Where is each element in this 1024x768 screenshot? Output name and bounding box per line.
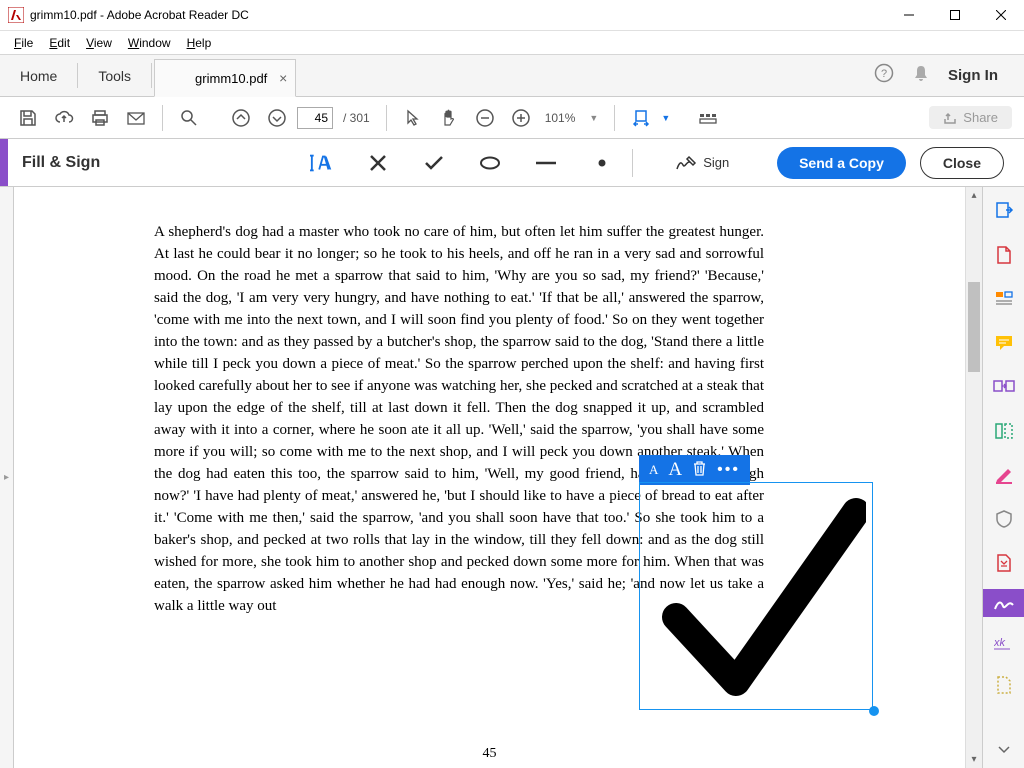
fit-dropdown-icon[interactable]: ▼	[661, 113, 670, 123]
delete-annotation-icon[interactable]	[692, 460, 707, 481]
zoom-dropdown-icon[interactable]: ▼	[583, 113, 604, 123]
fill-sign-title: Fill & Sign	[8, 154, 100, 172]
menubar: File Edit View Window Help	[0, 31, 1024, 55]
maximize-button[interactable]	[932, 0, 978, 30]
decrease-size-icon[interactable]: A	[649, 462, 658, 478]
resize-handle[interactable]	[869, 706, 879, 716]
page-number: 45	[483, 746, 497, 762]
more-tools-icon[interactable]: xk	[993, 633, 1015, 651]
page-number-input[interactable]	[297, 107, 333, 129]
separator	[614, 105, 615, 131]
separator	[162, 105, 163, 131]
export-pdf-icon[interactable]	[993, 201, 1015, 221]
workspace: ▸ A shepherd's dog had a master who took…	[0, 187, 1024, 768]
minimize-button[interactable]	[886, 0, 932, 30]
tab-row: Home Tools grimm10.pdf × ? Sign In	[0, 55, 1024, 97]
pointer-icon[interactable]	[397, 102, 429, 134]
cross-tool-icon[interactable]	[366, 151, 390, 175]
text-tool-icon[interactable]	[310, 151, 334, 175]
save-icon[interactable]	[12, 102, 44, 134]
separator	[151, 63, 152, 88]
tab-document[interactable]: grimm10.pdf ×	[154, 59, 296, 97]
cloud-upload-icon[interactable]	[48, 102, 80, 134]
checkmark-annotation[interactable]	[656, 497, 866, 697]
scroll-up-icon[interactable]: ▴	[966, 187, 982, 204]
window-controls	[886, 0, 1024, 30]
page-total-label: / 301	[337, 111, 376, 125]
close-window-button[interactable]	[978, 0, 1024, 30]
compress-icon[interactable]	[993, 553, 1015, 573]
app-icon	[8, 7, 24, 23]
combine-files-icon[interactable]	[993, 377, 1015, 397]
hand-icon[interactable]	[433, 102, 465, 134]
annotation-toolbar: A A •••	[639, 455, 750, 485]
signin-button[interactable]: Sign In	[948, 67, 998, 84]
document-area[interactable]: A shepherd's dog had a master who took n…	[14, 187, 965, 768]
create-pdf-icon[interactable]	[993, 245, 1015, 265]
protect-icon[interactable]	[993, 509, 1015, 529]
sign-label: Sign	[703, 155, 729, 170]
increase-size-icon[interactable]: A	[668, 459, 682, 481]
fit-width-icon[interactable]	[625, 102, 657, 134]
svg-text:?: ?	[881, 68, 887, 80]
signature-icon	[675, 153, 697, 173]
dot-tool-icon[interactable]	[590, 151, 614, 175]
main-toolbar: / 301 101% ▼ ▼ Share	[0, 97, 1024, 139]
read-mode-icon[interactable]	[692, 102, 724, 134]
sign-tool[interactable]: Sign	[675, 153, 729, 173]
fill-sign-panel-icon[interactable]	[983, 589, 1024, 617]
scroll-thumb[interactable]	[968, 282, 980, 372]
svg-text:xk: xk	[994, 637, 1006, 649]
redact-icon[interactable]	[993, 465, 1015, 485]
close-button[interactable]: Close	[920, 147, 1004, 179]
tab-document-label: grimm10.pdf	[195, 71, 267, 86]
convert-icon[interactable]	[993, 675, 1015, 695]
menu-file[interactable]: File	[6, 34, 41, 52]
share-label: Share	[963, 110, 998, 125]
organize-pages-icon[interactable]	[993, 421, 1015, 441]
share-icon	[943, 111, 957, 125]
accent-bar	[0, 139, 8, 186]
separator	[386, 105, 387, 131]
menu-help[interactable]: Help	[179, 34, 220, 52]
zoom-in-icon[interactable]	[505, 102, 537, 134]
next-page-icon[interactable]	[261, 102, 293, 134]
menu-view[interactable]: View	[78, 34, 120, 52]
panel-chevron-icon[interactable]	[993, 743, 1015, 758]
share-button[interactable]: Share	[929, 106, 1012, 129]
vertical-scrollbar[interactable]: ▴ ▾	[965, 187, 982, 768]
tab-close-icon[interactable]: ×	[279, 70, 287, 86]
zoom-out-icon[interactable]	[469, 102, 501, 134]
titlebar: grimm10.pdf - Adobe Acrobat Reader DC	[0, 0, 1024, 31]
left-panel-toggle[interactable]: ▸	[0, 187, 14, 768]
zoom-search-icon[interactable]	[173, 102, 205, 134]
email-icon[interactable]	[120, 102, 152, 134]
menu-edit[interactable]: Edit	[41, 34, 78, 52]
help-icon[interactable]: ?	[874, 63, 894, 88]
menu-window[interactable]: Window	[120, 34, 179, 52]
zoom-level-label: 101%	[541, 111, 580, 125]
window-title: grimm10.pdf - Adobe Acrobat Reader DC	[30, 8, 886, 22]
tab-home[interactable]: Home	[0, 55, 77, 96]
comment-icon[interactable]	[993, 333, 1015, 353]
edit-pdf-icon[interactable]	[993, 289, 1015, 309]
print-icon[interactable]	[84, 102, 116, 134]
prev-page-icon[interactable]	[225, 102, 257, 134]
scroll-down-icon[interactable]: ▾	[966, 751, 982, 768]
fill-sign-toolbar: Fill & Sign Sign Send a Copy Close	[0, 139, 1024, 187]
circle-tool-icon[interactable]	[478, 151, 502, 175]
check-tool-icon[interactable]	[422, 151, 446, 175]
right-tools-panel: xk	[982, 187, 1024, 768]
bell-icon[interactable]	[912, 64, 930, 87]
more-options-icon[interactable]: •••	[717, 461, 740, 479]
send-copy-button[interactable]: Send a Copy	[777, 147, 906, 179]
tab-tools[interactable]: Tools	[78, 55, 151, 96]
line-tool-icon[interactable]	[534, 151, 558, 175]
